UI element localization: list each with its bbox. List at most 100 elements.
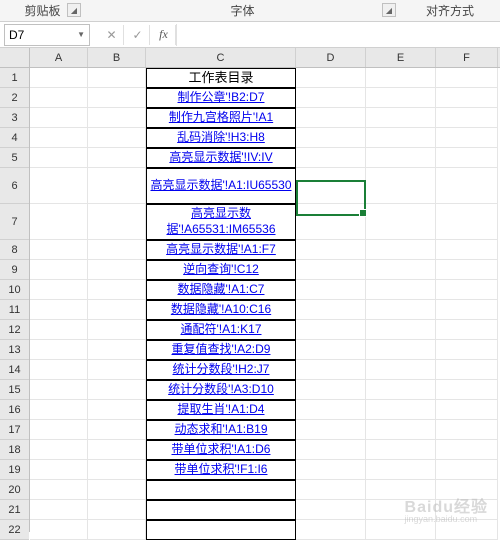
cell[interactable] bbox=[30, 460, 88, 480]
cell[interactable] bbox=[436, 204, 498, 240]
cell[interactable] bbox=[366, 420, 436, 440]
row-header[interactable]: 18 bbox=[0, 440, 29, 460]
cell[interactable] bbox=[88, 168, 146, 204]
cell[interactable] bbox=[88, 300, 146, 320]
confirm-icon[interactable]: ✓ bbox=[126, 25, 150, 45]
cell[interactable] bbox=[436, 500, 498, 520]
cell[interactable] bbox=[88, 204, 146, 240]
hyperlink-cell[interactable]: 高亮显示数据'!A1:F7 bbox=[146, 240, 296, 260]
dialog-launcher-icon[interactable]: ◢ bbox=[382, 3, 396, 17]
cell[interactable] bbox=[30, 480, 88, 500]
row-header[interactable]: 10 bbox=[0, 280, 29, 300]
cell[interactable] bbox=[88, 320, 146, 340]
column-header[interactable]: B bbox=[88, 48, 146, 67]
row-header[interactable]: 9 bbox=[0, 260, 29, 280]
cell[interactable] bbox=[88, 68, 146, 88]
cell[interactable] bbox=[30, 204, 88, 240]
formula-input[interactable] bbox=[176, 24, 500, 46]
row-header[interactable]: 16 bbox=[0, 400, 29, 420]
hyperlink-cell[interactable]: 带单位求积'!A1:D6 bbox=[146, 440, 296, 460]
cell[interactable] bbox=[30, 260, 88, 280]
cell[interactable] bbox=[296, 300, 366, 320]
sheet-area[interactable]: A B C D E F 工作表目录制作公章'!B2:D7制作九宫格照片'!A1乱… bbox=[30, 48, 500, 532]
cell[interactable] bbox=[30, 280, 88, 300]
cell[interactable] bbox=[366, 460, 436, 480]
hyperlink-cell[interactable]: 统计分数段'!A3:D10 bbox=[146, 380, 296, 400]
cell[interactable] bbox=[366, 204, 436, 240]
cell[interactable] bbox=[366, 148, 436, 168]
hyperlink-cell[interactable]: 动态求和'!A1:B19 bbox=[146, 420, 296, 440]
cell[interactable] bbox=[88, 108, 146, 128]
cell[interactable] bbox=[30, 128, 88, 148]
hyperlink-cell[interactable]: 通配符'!A1:K17 bbox=[146, 320, 296, 340]
cell[interactable] bbox=[88, 260, 146, 280]
cell[interactable] bbox=[296, 168, 366, 204]
cell[interactable] bbox=[296, 260, 366, 280]
cell[interactable] bbox=[366, 168, 436, 204]
dialog-launcher-icon[interactable]: ◢ bbox=[67, 3, 81, 17]
column-header[interactable]: D bbox=[296, 48, 366, 67]
cell[interactable] bbox=[366, 88, 436, 108]
row-header[interactable]: 11 bbox=[0, 300, 29, 320]
cell[interactable] bbox=[30, 360, 88, 380]
cell[interactable] bbox=[366, 380, 436, 400]
hyperlink-cell[interactable]: 制作九宫格照片'!A1 bbox=[146, 108, 296, 128]
cell[interactable] bbox=[88, 340, 146, 360]
cell[interactable] bbox=[366, 520, 436, 540]
hyperlink-cell[interactable]: 数据隐藏'!A1:C7 bbox=[146, 280, 296, 300]
cell[interactable] bbox=[436, 480, 498, 500]
cell[interactable] bbox=[366, 480, 436, 500]
hyperlink-cell[interactable]: 带单位求积'!F1:I6 bbox=[146, 460, 296, 480]
row-header[interactable]: 14 bbox=[0, 360, 29, 380]
cell[interactable] bbox=[366, 360, 436, 380]
cell[interactable] bbox=[30, 340, 88, 360]
cell[interactable] bbox=[366, 240, 436, 260]
cell[interactable] bbox=[30, 520, 88, 540]
cell[interactable] bbox=[436, 148, 498, 168]
cell[interactable] bbox=[30, 148, 88, 168]
cell[interactable] bbox=[366, 280, 436, 300]
cell[interactable] bbox=[436, 400, 498, 420]
cell[interactable] bbox=[366, 340, 436, 360]
cell[interactable] bbox=[436, 128, 498, 148]
cell[interactable] bbox=[296, 88, 366, 108]
cell[interactable] bbox=[296, 480, 366, 500]
cell[interactable] bbox=[436, 460, 498, 480]
row-header[interactable]: 5 bbox=[0, 148, 29, 168]
cell[interactable] bbox=[146, 480, 296, 500]
row-header[interactable]: 6 bbox=[0, 168, 29, 204]
cell[interactable] bbox=[436, 520, 498, 540]
cell[interactable] bbox=[436, 420, 498, 440]
cell[interactable] bbox=[296, 380, 366, 400]
hyperlink-cell[interactable]: 高亮显示数据'!A1:IU65530 bbox=[146, 168, 296, 204]
cell[interactable] bbox=[88, 440, 146, 460]
fx-icon[interactable]: fx bbox=[152, 25, 176, 45]
cell[interactable] bbox=[296, 340, 366, 360]
cancel-icon[interactable]: ✕ bbox=[100, 25, 124, 45]
cell[interactable] bbox=[30, 420, 88, 440]
cell[interactable] bbox=[436, 360, 498, 380]
cell[interactable] bbox=[30, 68, 88, 88]
cell[interactable] bbox=[296, 500, 366, 520]
row-header[interactable]: 3 bbox=[0, 108, 29, 128]
cell[interactable] bbox=[366, 440, 436, 460]
cell[interactable] bbox=[296, 108, 366, 128]
row-header[interactable]: 15 bbox=[0, 380, 29, 400]
cell[interactable] bbox=[436, 320, 498, 340]
cell[interactable] bbox=[436, 380, 498, 400]
hyperlink-cell[interactable]: 统计分数段'!H2:J7 bbox=[146, 360, 296, 380]
column-header[interactable]: A bbox=[30, 48, 88, 67]
cell[interactable] bbox=[296, 360, 366, 380]
chevron-down-icon[interactable]: ▼ bbox=[77, 30, 85, 39]
row-header[interactable]: 22 bbox=[0, 520, 29, 540]
cell[interactable]: 工作表目录 bbox=[146, 68, 296, 88]
cell[interactable] bbox=[436, 240, 498, 260]
cell[interactable] bbox=[88, 420, 146, 440]
cell[interactable] bbox=[436, 108, 498, 128]
cell[interactable] bbox=[146, 500, 296, 520]
row-header[interactable]: 20 bbox=[0, 480, 29, 500]
row-header[interactable]: 2 bbox=[0, 88, 29, 108]
column-header[interactable]: F bbox=[436, 48, 498, 67]
hyperlink-cell[interactable]: 制作公章'!B2:D7 bbox=[146, 88, 296, 108]
cell[interactable] bbox=[436, 300, 498, 320]
